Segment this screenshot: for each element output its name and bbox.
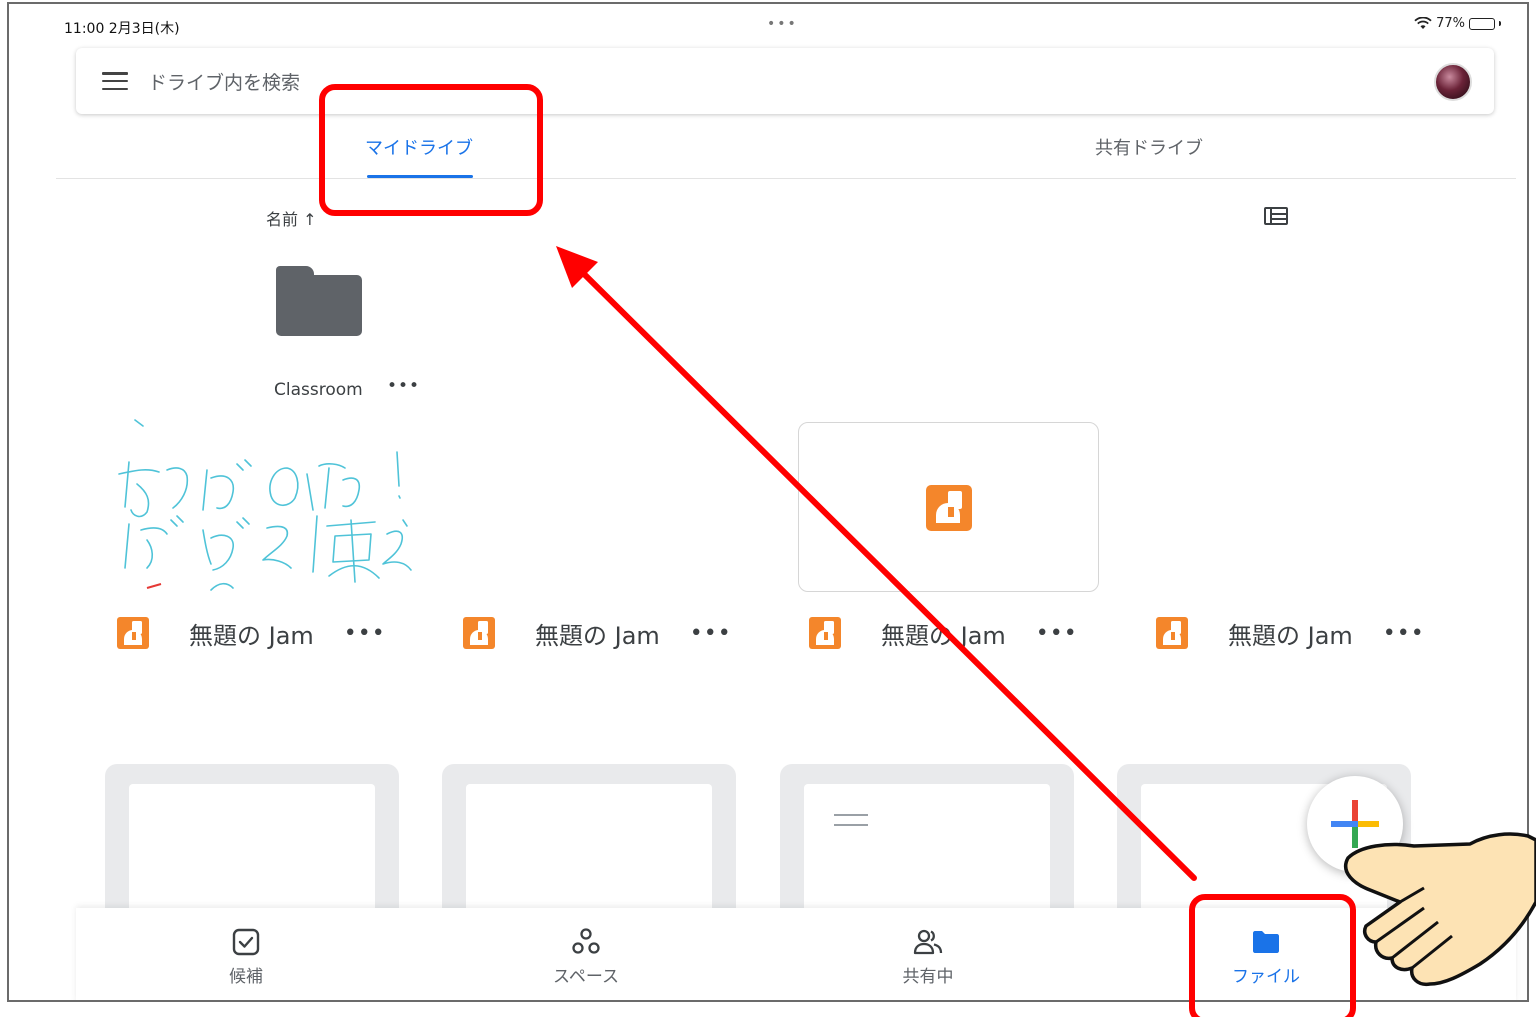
tab-divider <box>56 178 1516 179</box>
status-right: 77% <box>1414 16 1501 31</box>
folder-icon[interactable] <box>276 266 362 336</box>
search-input[interactable]: ドライブ内を検索 <box>148 68 300 95</box>
nav-shared[interactable]: 共有中 <box>858 926 998 987</box>
jam-item[interactable]: 無題の Jam ••• <box>463 616 732 650</box>
jam-title: 無題の Jam <box>189 621 314 650</box>
jam-more-button[interactable]: ••• <box>690 621 732 646</box>
pointing-hand-icon <box>1344 832 1536 987</box>
nav-label: スペース <box>553 967 619 987</box>
jam-more-button[interactable]: ••• <box>1383 621 1425 646</box>
nav-label: 候補 <box>229 967 263 987</box>
file-card[interactable] <box>105 764 399 914</box>
jamboard-icon <box>1156 617 1188 649</box>
jam-more-button[interactable]: ••• <box>1036 621 1078 646</box>
multitask-dots[interactable]: ••• <box>767 16 798 32</box>
spaces-icon <box>572 928 600 954</box>
battery-percent: 77% <box>1436 16 1465 31</box>
jam-title: 無題の Jam <box>881 621 1006 650</box>
sort-by-name[interactable]: 名前 ↑ <box>266 206 317 230</box>
shared-people-icon <box>913 929 943 955</box>
nav-label: 共有中 <box>902 967 954 987</box>
avatar[interactable] <box>1434 63 1472 101</box>
tab-shared-drives[interactable]: 共有ドライブ <box>1069 134 1229 160</box>
file-card[interactable] <box>780 764 1074 914</box>
app-screen: 11:00 2月3日(木) ••• 77% ドライブ内を検索 マイドライブ 共有… <box>7 2 1529 1002</box>
suggested-check-icon <box>232 928 260 956</box>
annotation-highlight-files <box>1189 894 1356 1017</box>
doc-preview-line <box>834 824 868 826</box>
jamboard-icon <box>809 617 841 649</box>
jam-more-button[interactable]: ••• <box>344 621 386 646</box>
jamboard-icon <box>117 617 149 649</box>
battery-cap <box>1499 21 1501 26</box>
jam-item[interactable]: 無題の Jam ••• <box>117 616 386 650</box>
jam-item[interactable]: 無題の Jam ••• <box>1156 616 1425 650</box>
search-bar[interactable]: ドライブ内を検索 <box>76 48 1494 114</box>
list-view-icon[interactable] <box>1264 207 1288 225</box>
nav-spaces[interactable]: スペース <box>516 926 656 987</box>
jamboard-icon <box>463 617 495 649</box>
jam-title: 無題の Jam <box>1228 621 1353 650</box>
menu-icon[interactable] <box>102 72 128 90</box>
battery-icon <box>1469 17 1495 30</box>
jam-thumbnail-sketch[interactable] <box>107 412 417 592</box>
wifi-icon <box>1414 17 1432 29</box>
folder-more-button[interactable]: ••• <box>387 376 420 396</box>
file-card[interactable] <box>442 764 736 914</box>
jamboard-icon <box>926 485 972 531</box>
jam-title: 無題の Jam <box>535 621 660 650</box>
folder-name[interactable]: Classroom <box>274 380 363 400</box>
nav-suggested[interactable]: 候補 <box>176 926 316 987</box>
doc-preview-line <box>834 814 868 816</box>
status-time: 11:00 2月3日(木) <box>64 21 180 37</box>
jam-item[interactable]: 無題の Jam ••• <box>809 616 1078 650</box>
jam-thumbnail-blank[interactable] <box>798 422 1099 592</box>
annotation-highlight-my-drive <box>319 84 543 216</box>
